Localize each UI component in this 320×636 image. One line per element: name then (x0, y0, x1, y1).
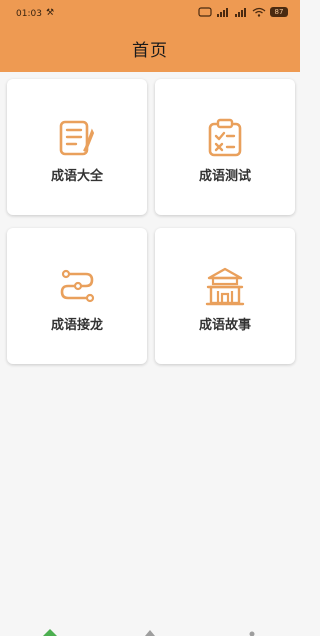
card-label: 成语大全 (50, 169, 103, 184)
app-header: 01:03 ⚒ 87 首页 (0, 0, 300, 72)
signal-icon (217, 8, 228, 17)
wifi-icon (252, 7, 266, 17)
nav-icon-3[interactable] (244, 628, 260, 636)
card-idiom-test[interactable]: 成语测试 (155, 79, 295, 215)
status-bar: 01:03 ⚒ 87 (0, 0, 300, 26)
card-label: 成语接龙 (50, 318, 103, 333)
status-time: 01:03 (16, 9, 42, 19)
signal-icon-2 (235, 8, 246, 17)
temple-icon (205, 267, 245, 306)
clipboard-check-icon (208, 118, 242, 157)
card-idiom-story[interactable]: 成语故事 (155, 228, 295, 364)
card-idiom-collection[interactable]: 成语大全 (7, 79, 147, 215)
hd-icon (198, 7, 212, 17)
notebook-pen-icon (59, 120, 95, 156)
tool-icon: ⚒ (46, 8, 55, 18)
status-icons: 87 (198, 7, 288, 17)
battery-icon: 87 (270, 7, 288, 17)
card-label: 成语故事 (198, 318, 251, 333)
card-idiom-chain[interactable]: 成语接龙 (7, 228, 147, 364)
nav-icon-2[interactable] (142, 628, 158, 636)
bottom-nav (0, 624, 300, 636)
page-title: 首页 (132, 41, 168, 61)
chain-route-icon (60, 269, 95, 303)
card-label: 成语测试 (198, 169, 251, 184)
home-nav-icon[interactable] (42, 628, 58, 636)
